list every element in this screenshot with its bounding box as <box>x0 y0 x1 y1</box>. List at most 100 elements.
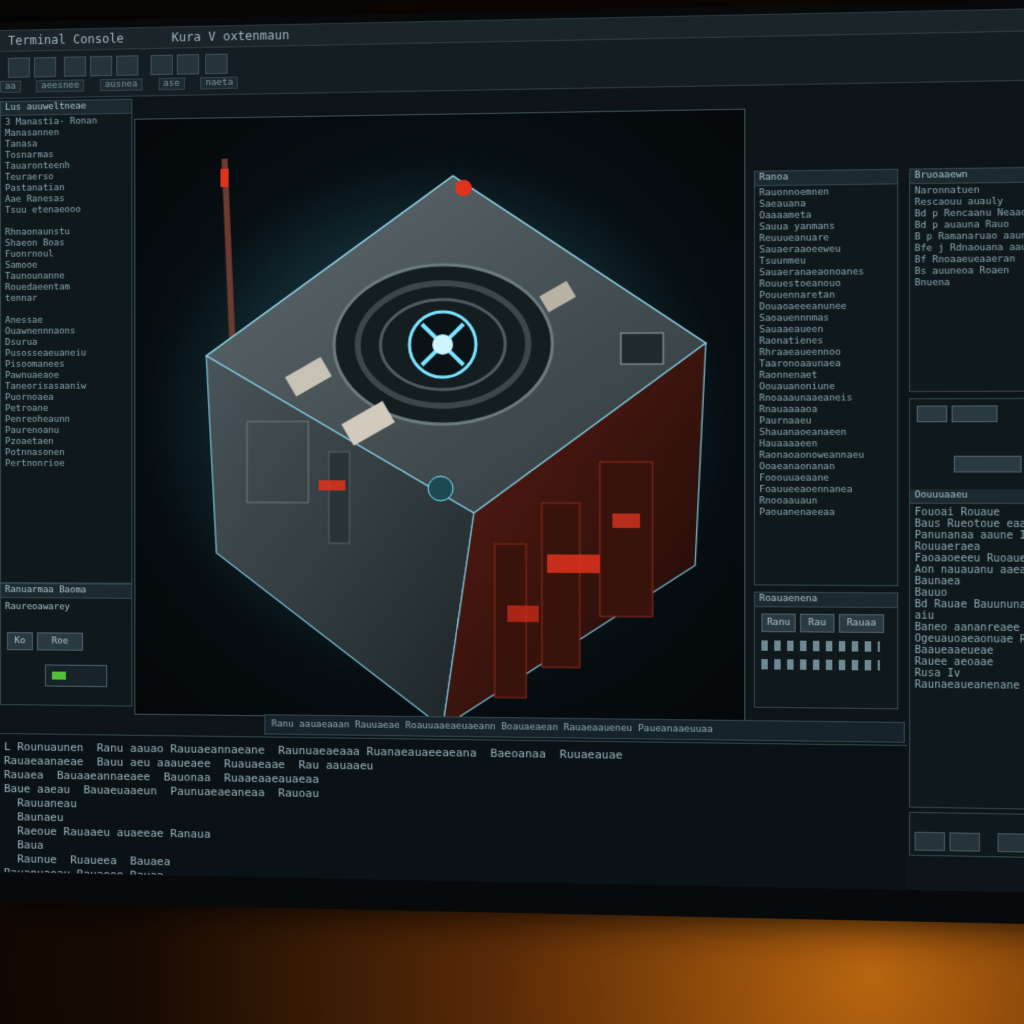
cube-render <box>135 110 744 721</box>
property-list-item[interactable]: Pouuennaretan <box>759 290 893 302</box>
left-face-light <box>319 480 346 490</box>
left-list-item[interactable]: Pusosseaeuaneiu <box>5 348 127 360</box>
property-list-item[interactable]: Hauaaaaeen <box>759 439 893 451</box>
inspector-list-item[interactable]: Bnuena <box>915 277 1024 290</box>
monitor: Terminal Console Kura V oxtenmaun aa aee… <box>0 0 1024 925</box>
undo-icon[interactable] <box>177 54 199 75</box>
left-list-item[interactable]: Penreoheaunn <box>5 415 127 426</box>
option-button-2[interactable]: Rau <box>800 614 834 633</box>
small-panel-header: Roauaenena <box>755 593 897 608</box>
left-list-item[interactable]: Pawnuaeaoe <box>5 370 127 382</box>
left-list-item[interactable]: Puornoaea <box>5 393 127 404</box>
control-button-2[interactable]: Roe <box>37 632 83 650</box>
details-list-item[interactable]: Faoaaoeeeu Ruoaueuaeoe <box>915 552 1024 564</box>
left-list-item[interactable]: Dsurua <box>5 337 127 349</box>
document-title: Kura V oxtenmaun <box>172 28 290 45</box>
left-list-item[interactable]: Pzoaetaen <box>5 437 127 448</box>
details-list-item[interactable]: Baus Rueotoue eaalo <box>915 517 1024 529</box>
property-list-item[interactable]: Sauaaeaueen <box>759 324 893 336</box>
tab-4[interactable]: ase <box>158 78 185 91</box>
details-list-item[interactable]: Panunanaa aaune Iaea <box>915 529 1024 541</box>
inspector-list-item[interactable]: Bs auuneoa Roaen <box>915 265 1024 278</box>
details-list-item[interactable]: Baunaea <box>915 575 1024 587</box>
property-list-item[interactable]: Taaronoaaunaea <box>759 359 893 371</box>
details-list: Fouoai Rouaue Baus Rueotoue eaalo Panunana… <box>910 504 1024 694</box>
property-list-item[interactable]: Rhraaeaueennoo <box>759 347 893 359</box>
property-list-item[interactable]: Ooaeanaonanan <box>759 462 893 473</box>
left-panel-list: 3 Manastia- Ronan Manasannen Tanasa Tosnarm… <box>1 114 131 472</box>
left-list-item[interactable]: Pisoomanees <box>5 359 127 371</box>
details-list-item[interactable]: Bauuo <box>915 586 1024 598</box>
property-list-item[interactable]: Foauueeaoennanea <box>759 485 893 497</box>
option-button-1[interactable]: Ranu <box>761 613 795 632</box>
left-control-panel: Ranuarmaa Baoma Raureoawarey Ko Roe <box>0 583 132 707</box>
left-list-item[interactable]: tennar <box>5 293 127 305</box>
open-icon[interactable] <box>34 57 56 77</box>
details-list-item[interactable]: Aon nauauanu aaeaua <box>915 563 1024 575</box>
property-list-item[interactable]: Saoauennnmas <box>759 313 893 325</box>
front-sensor <box>428 476 453 501</box>
left-face-vent <box>329 452 350 544</box>
footer-button-2[interactable] <box>949 832 980 851</box>
tab-2[interactable]: aeesnee <box>36 79 84 92</box>
right-slot-2 <box>542 503 580 668</box>
right-glow-1 <box>547 554 600 573</box>
left-list-item[interactable]: Anessae <box>5 315 127 327</box>
meter-indicator <box>52 672 66 680</box>
left-list-item[interactable]: Petroane <box>5 404 127 415</box>
paste-icon[interactable] <box>151 55 173 76</box>
details-button-2[interactable] <box>952 405 998 422</box>
left-list-item[interactable]: Taneorisasaaniw <box>5 382 127 393</box>
left-panel: Lus auuweltneae 3 Manastia- Ronan Manasan… <box>0 99 132 584</box>
property-list-item[interactable]: Shauanaoeanaeen <box>759 428 893 440</box>
tab-5[interactable]: naeta <box>200 77 238 90</box>
option-button-3[interactable]: Rauaa <box>839 614 884 633</box>
left-list-item[interactable]: Potnnasonen <box>5 448 127 459</box>
inspector-list: Naronnatuen Rescaouu auauly Bd p Rencaanu … <box>910 182 1024 292</box>
right-glow-3 <box>612 513 640 528</box>
control-button-1[interactable]: Ko <box>7 632 33 650</box>
details-button-1[interactable] <box>917 406 947 423</box>
small-options-panel: Roauaenena Ranu Rau Rauaa <box>754 592 898 710</box>
new-icon[interactable] <box>8 57 30 77</box>
property-list-item[interactable]: Fooouuaeaane <box>759 473 893 485</box>
details-list-item[interactable]: Rouuaeraea <box>915 540 1024 552</box>
property-list-item[interactable]: Rnauaaaaoa <box>759 405 893 417</box>
3d-viewport[interactable] <box>134 109 745 722</box>
details-list-item[interactable]: Fouoai Rouaue <box>915 506 1024 518</box>
property-list-item[interactable]: Rnooaauaun <box>759 496 893 508</box>
details-panel: Oouuuaaeu Fouoai Rouaue Baus Rueotoue eaa… <box>909 398 1024 810</box>
details-button-3[interactable] <box>954 456 1022 473</box>
cut-icon[interactable] <box>90 56 112 77</box>
details-list-item[interactable]: Bd Rauae Bauununaaeue <box>915 598 1024 610</box>
tab-strip: aa aeesnee ausnea ase naeta <box>0 77 248 96</box>
corner-module <box>621 333 663 364</box>
tab-1[interactable]: aa <box>0 81 21 93</box>
footer-button-3[interactable] <box>997 833 1024 852</box>
footer-button-1[interactable] <box>915 832 945 851</box>
inspector-list-item[interactable]: Bfe j Rdnaouana aaun <box>915 242 1024 255</box>
property-list-item[interactable]: Raonaoaonoweannaeu <box>759 451 893 462</box>
inspector-list-item[interactable]: Bf Rnoaaeueaaeran <box>915 254 1024 267</box>
left-list-item[interactable]: Paurenoanu <box>5 426 127 437</box>
copy-icon[interactable] <box>116 55 138 76</box>
property-list-item[interactable]: Oouauanoniune <box>759 382 893 394</box>
save-icon[interactable] <box>64 56 86 76</box>
property-list-item[interactable]: Rnoaaaunaaeaneis <box>759 393 893 405</box>
property-list-item[interactable]: Raonatienes <box>759 336 893 348</box>
window-title: Terminal Console <box>8 31 124 47</box>
details-header: Oouuuaaeu <box>910 489 1024 504</box>
details-list-item[interactable]: Raunaeaueanenane <box>915 678 1024 691</box>
left-list-item[interactable]: Pertnonrioe <box>5 459 127 470</box>
inspector-list-item[interactable]: B p Ramanaruao aaune <box>915 231 1024 244</box>
property-list-item[interactable]: Raonnenaet <box>759 370 893 382</box>
property-list-item[interactable]: Paouanenaeeaa <box>759 508 893 520</box>
property-list-item[interactable]: Paurnaaeu <box>759 416 893 428</box>
right-slot-3 <box>600 462 653 617</box>
left-footer-label: Ranuarmaa Baoma <box>1 584 131 599</box>
redo-icon[interactable] <box>205 54 227 75</box>
left-list-item[interactable] <box>5 304 127 316</box>
left-list-item[interactable]: Ouawnennnaons <box>5 326 127 338</box>
tab-3[interactable]: ausnea <box>100 78 143 91</box>
property-list-item[interactable]: Douaoaeeeanunee <box>759 301 893 313</box>
